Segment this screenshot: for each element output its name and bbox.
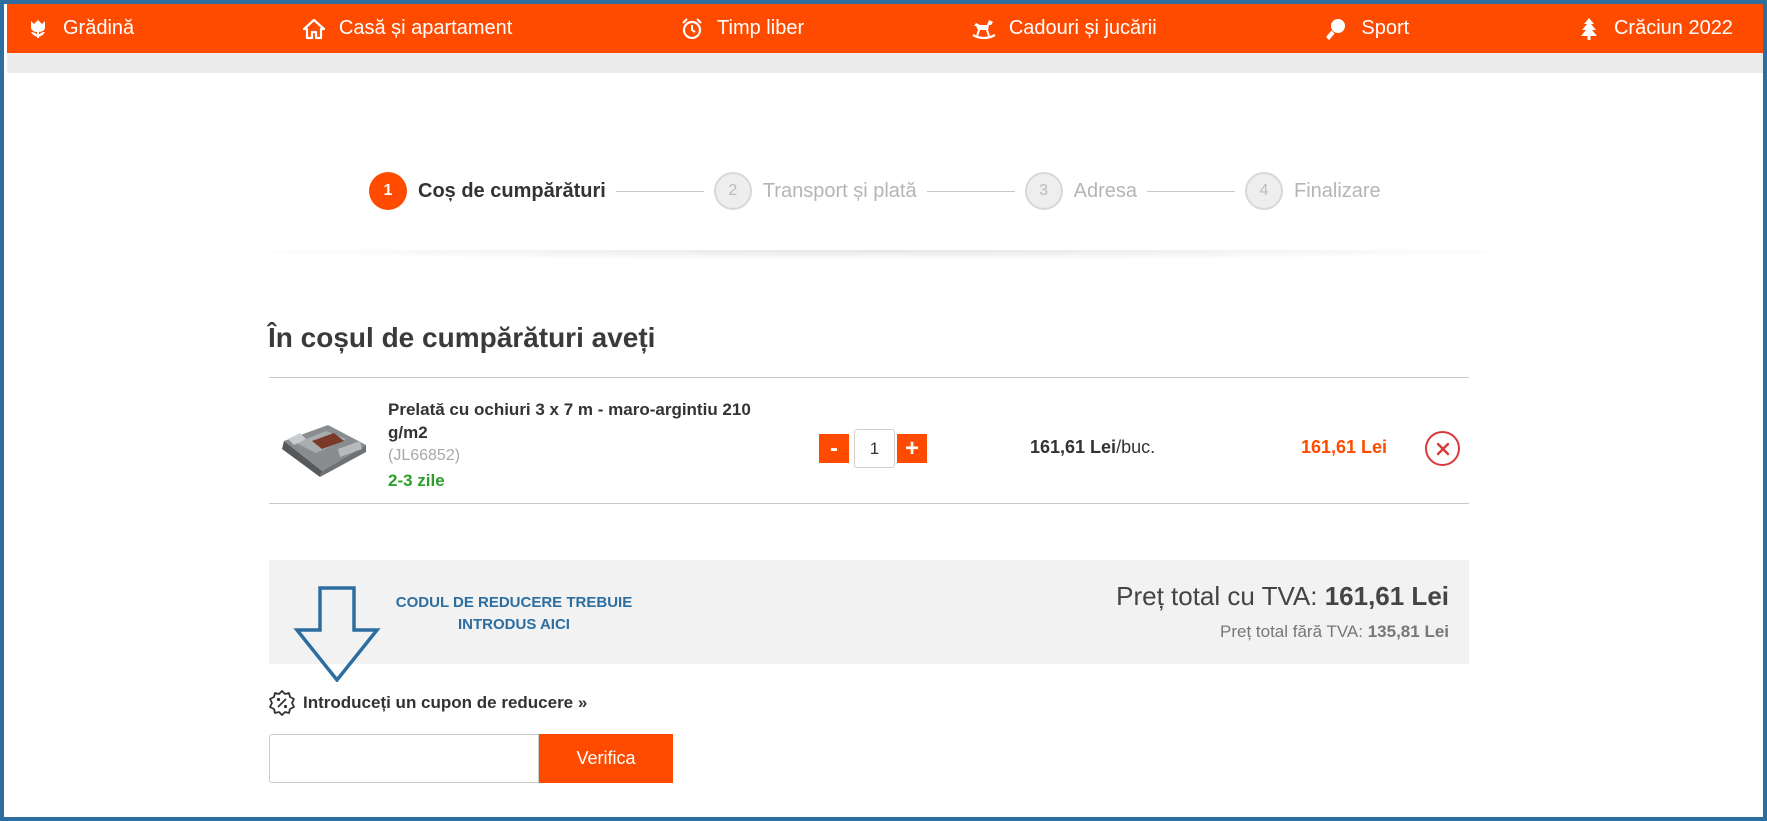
nav-item-gradina[interactable]: Grădină [25,16,134,42]
step-number: 3 [1024,172,1063,210]
remove-item-button[interactable] [1425,431,1460,466]
verify-coupon-button[interactable]: Verifica [539,734,673,783]
unit-price: 161,61 Lei/buc. [1030,437,1155,458]
step-transport: 2 Transport și plată [713,172,917,210]
nav-item-label: Grădină [63,17,135,39]
quantity-input[interactable] [854,429,895,468]
ping-pong-icon [1323,16,1349,42]
total-without-vat-value: 135,81 Lei [1367,622,1449,641]
step-connector [926,190,1015,192]
product-name-link[interactable]: Prelată cu ochiuri 3 x 7 m - maro-argint… [388,398,778,444]
alarm-clock-icon [679,16,705,42]
house-icon [301,16,327,42]
step-cart: 1 Coș de cumpărături [369,172,606,210]
nav-item-label: Cadouri și jucării [1008,17,1157,39]
step-finalize: 4 Finalizare [1244,172,1381,210]
step-connector [1146,190,1235,192]
nav-item-craciun[interactable]: Crăciun 2022 [1576,16,1733,42]
coupon-code-input[interactable] [269,734,539,783]
nav-item-label: Crăciun 2022 [1613,17,1733,39]
step-connector [615,190,704,192]
step-label: Finalizare [1293,179,1381,202]
line-total: 161,61 Lei [1301,437,1388,457]
step-number: 4 [1244,172,1283,210]
total-with-vat-label: Preț total cu TVA: [1116,581,1325,611]
annotation-line: CODUL DE REDUCERE TREBUIE [395,594,633,611]
cart-divider-bottom [269,503,1469,504]
step-label: Transport și plată [762,179,917,202]
close-icon [1436,442,1449,455]
nav-item-label: Timp liber [717,17,805,39]
step-number: 2 [713,172,752,210]
tulip-icon [25,16,51,42]
unit-price-suffix: /buc. [1116,437,1156,457]
nav-item-timp-liber[interactable]: Timp liber [679,16,804,42]
total-without-vat: Preț total fără TVA: 135,81 Lei [1220,622,1449,642]
total-without-vat-label: Preț total fără TVA: [1220,622,1368,641]
step-label: Coș de cumpărături [418,179,606,202]
step-number: 1 [369,172,407,210]
screenshot-frame: Grădină Casă și apartament Timp liber Ca… [0,0,1767,821]
quantity-increase-button[interactable]: + [897,434,927,463]
nav-item-sport[interactable]: Sport [1323,16,1409,42]
step-address: 3 Adresa [1024,172,1137,210]
product-code: (JL66852) [388,447,461,464]
subheader-bar [7,53,1763,73]
checkout-steps: 1 Coș de cumpărături 2 Transport și plat… [369,172,1381,210]
total-with-vat: Preț total cu TVA: 161,61 Lei [1116,581,1449,612]
coupon-link-label: Introduceți un cupon de reducere » [303,693,588,712]
down-arrow-icon [293,586,381,682]
unit-price-value: 161,61 Lei [1030,437,1117,457]
nav-item-label: Casă și apartament [338,17,513,39]
nav-item-casa[interactable]: Casă și apartament [301,16,512,42]
total-with-vat-value: 161,61 Lei [1324,581,1449,611]
step-label: Adresa [1073,179,1137,202]
annotation-line: INTRODUS AICI [458,616,570,633]
steps-divider-shadow [204,250,1564,260]
category-nav: Grădină Casă și apartament Timp liber Ca… [7,4,1763,53]
annotation-note: CODUL DE REDUCERE TREBUIE INTRODUS AICI [389,592,639,636]
cart-title: În coșul de cumpărături aveți [268,322,656,353]
cart-divider-top [269,377,1469,378]
delivery-time: 2-3 zile [388,471,445,490]
nav-item-cadouri[interactable]: Cadouri și jucării [971,16,1157,42]
christmas-tree-icon [1576,16,1602,42]
coupon-toggle-link[interactable]: Introduceți un cupon de reducere » [268,689,587,717]
product-image[interactable] [276,419,372,481]
nav-item-label: Sport [1361,17,1410,39]
rocking-horse-icon [971,16,997,42]
quantity-decrease-button[interactable]: - [819,434,849,463]
discount-badge-icon [269,690,295,716]
